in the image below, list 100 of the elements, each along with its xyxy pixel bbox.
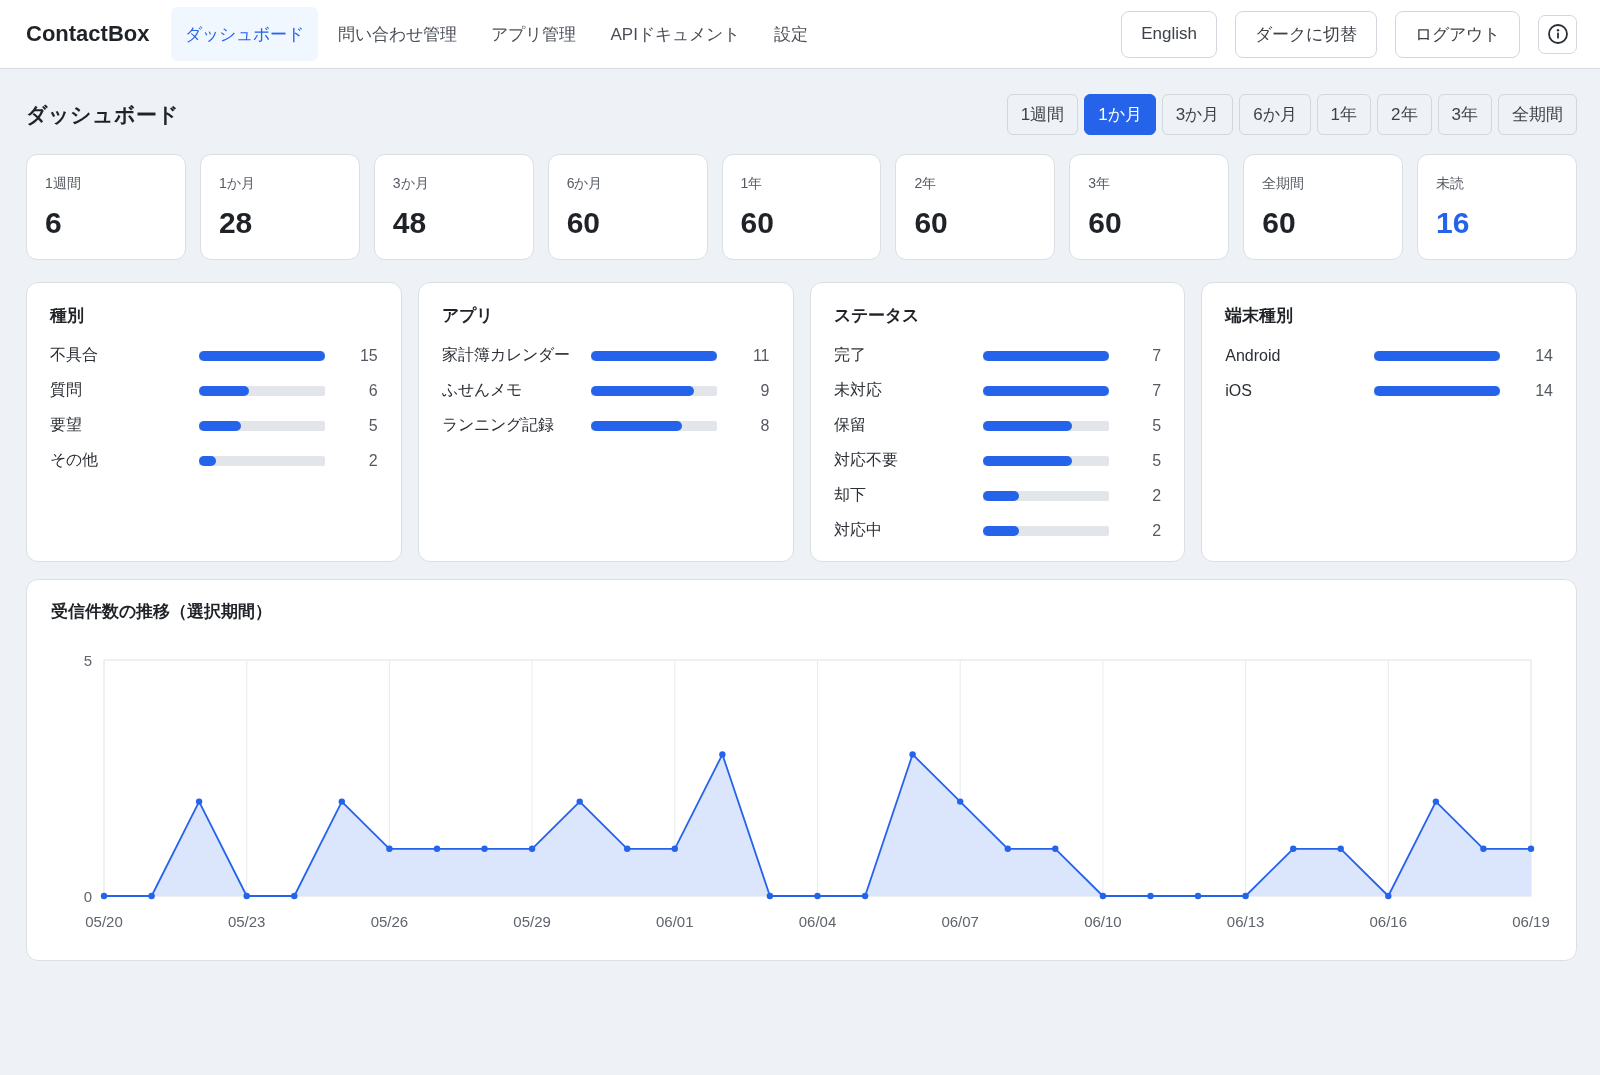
app-logo: ContactBox [26, 21, 150, 47]
row-label: 保留 [833, 415, 867, 435]
card-title: ステータス [833, 305, 920, 327]
period-tab[interactable]: 2年 [1377, 94, 1432, 135]
stat-value: 60 [1088, 205, 1123, 241]
data-point [1242, 892, 1249, 900]
row-count: 7 [1152, 346, 1162, 365]
data-point [1099, 892, 1107, 900]
info-button[interactable] [1538, 14, 1577, 54]
data-point [1194, 892, 1202, 900]
stat-value: 48 [392, 205, 428, 241]
nav-link[interactable]: 設定 [759, 7, 822, 61]
row-label: 要望 [50, 415, 83, 435]
data-point [195, 798, 203, 805]
nav-link[interactable]: 問い合わせ管理 [324, 7, 472, 61]
axis-label: 06/13 [1226, 913, 1265, 930]
axis-label: 06/01 [656, 913, 694, 930]
page-title: ダッシュボード [26, 101, 179, 128]
row-count: 2 [1152, 486, 1162, 505]
period-tab[interactable]: 全期間 [1498, 94, 1577, 135]
row-label: 対応不要 [833, 450, 899, 470]
header-button[interactable]: ログアウト [1395, 10, 1520, 58]
period-tab[interactable]: 1週間 [1006, 94, 1079, 135]
data-point [1480, 845, 1487, 852]
data-point [243, 892, 250, 900]
axis-label: 05/20 [85, 913, 123, 930]
period-tab[interactable]: 3か月 [1161, 94, 1234, 135]
data-point [338, 798, 345, 805]
row-label: ランニング記録 [441, 415, 555, 435]
period-tab[interactable]: 6か月 [1239, 94, 1311, 135]
row-count: 2 [1152, 521, 1162, 540]
row-count: 9 [760, 381, 770, 400]
data-point [386, 845, 393, 852]
row-label: 質問 [50, 380, 83, 400]
nav-link[interactable]: アプリ管理 [477, 7, 591, 61]
nav-link[interactable]: ダッシュボード [171, 7, 319, 61]
period-tab[interactable]: 1か月 [1084, 94, 1156, 135]
axis-label: 5 [83, 652, 92, 669]
row-label: 対応中 [833, 520, 883, 540]
stat-value: 28 [218, 205, 254, 241]
axis-label: 0 [83, 888, 92, 905]
data-point [1147, 892, 1154, 900]
data-point [1052, 845, 1059, 852]
data-point [671, 845, 678, 852]
stat-value: 60 [740, 205, 775, 241]
row-count: 5 [368, 416, 378, 435]
data-point [291, 892, 298, 900]
card-title: 受信件数の推移（選択期間） [51, 601, 273, 623]
axis-label: 06/16 [1369, 913, 1408, 930]
row-label: iOS [1225, 381, 1253, 400]
stat-value: 60 [566, 205, 602, 241]
stat-label: 1年 [740, 174, 764, 193]
stat-value: 16 [1436, 205, 1471, 241]
row-count: 8 [760, 416, 770, 435]
row-label: Android [1225, 346, 1282, 365]
data-point [766, 892, 774, 900]
data-point [1432, 798, 1440, 805]
row-label: 家計簿カレンダー [441, 345, 571, 365]
row-count: 5 [1152, 416, 1162, 435]
period-tab[interactable]: 3年 [1437, 94, 1492, 135]
data-point [481, 845, 488, 852]
stat-label: 6か月 [566, 174, 604, 193]
stat-label: 2年 [914, 174, 938, 193]
axis-label: 06/19 [1512, 913, 1550, 930]
stat-value: 60 [1262, 205, 1297, 241]
axis-label: 05/23 [227, 913, 266, 930]
row-count: 7 [1152, 381, 1162, 400]
data-point [909, 751, 916, 758]
row-label: ふせんメモ [441, 380, 523, 400]
card-title: 端末種別 [1225, 305, 1295, 327]
row-count: 5 [1152, 451, 1162, 470]
axis-label: 06/07 [941, 913, 979, 930]
row-label: 未対応 [833, 380, 883, 400]
data-point [861, 892, 869, 900]
stat-label: 1週間 [45, 174, 82, 193]
row-label: 却下 [833, 485, 867, 505]
stat-value: 6 [45, 205, 63, 241]
data-point [719, 751, 726, 758]
data-point [100, 892, 108, 900]
row-count: 6 [368, 381, 378, 400]
header-button[interactable]: ダークに切替 [1235, 10, 1377, 58]
axis-label: 05/26 [370, 913, 409, 930]
axis-label: 05/29 [513, 913, 551, 930]
stat-label: 3か月 [392, 174, 430, 193]
data-point [814, 892, 821, 900]
period-tab[interactable]: 1年 [1316, 94, 1372, 135]
card-title: アプリ [441, 305, 494, 327]
data-point [1527, 845, 1535, 852]
data-point [528, 845, 536, 852]
axis-label: 06/10 [1084, 913, 1122, 930]
stat-label: 未読 [1436, 174, 1466, 193]
row-label: 完了 [833, 345, 867, 365]
data-point [957, 798, 964, 805]
row-label: その他 [50, 450, 99, 470]
axis-label: 06/04 [798, 913, 837, 930]
data-point [1337, 845, 1344, 852]
data-point [148, 892, 155, 900]
row-count: 14 [1535, 381, 1553, 400]
header-button[interactable]: English [1121, 10, 1217, 58]
nav-link[interactable]: APIドキュメント [596, 7, 754, 61]
